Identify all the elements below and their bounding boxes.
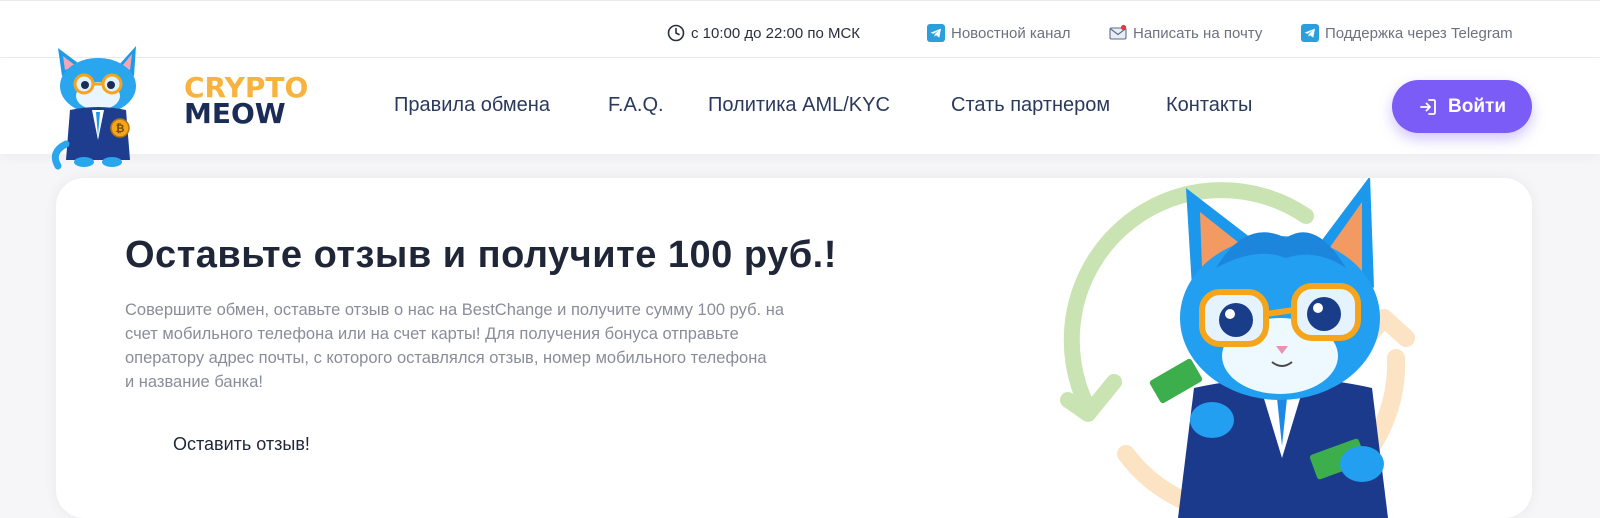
promo-description-line: Совершите обмен, оставьте отзыв о нас на… <box>125 301 785 319</box>
email-link[interactable]: Написать на почту <box>1109 23 1262 43</box>
email-label: Написать на почту <box>1133 24 1263 42</box>
clock-icon <box>667 24 685 42</box>
leave-review-button[interactable]: Оставить отзыв! <box>173 434 310 455</box>
nav-contacts[interactable]: Контакты <box>1166 94 1252 117</box>
telegram-icon <box>1301 24 1319 42</box>
promo-description: Совершите обмен, оставьте отзыв о нас на… <box>125 298 845 394</box>
promo-title: Оставьте отзыв и получите 100 руб.! <box>125 234 837 276</box>
login-arrow-icon <box>1420 98 1436 115</box>
nav-aml-kyc-policy[interactable]: Политика AML/KYC <box>708 94 890 117</box>
nav-faq[interactable]: F.A.Q. <box>608 94 664 117</box>
working-hours: с 10:00 до 22:00 по МСК <box>667 23 860 43</box>
cat-mascot-logo: ₿ <box>51 46 136 170</box>
news-channel-link[interactable]: Новостной канал <box>927 23 1070 43</box>
telegram-support-label: Поддержка через Telegram <box>1325 24 1513 42</box>
login-button[interactable]: Войти <box>1392 80 1532 133</box>
svg-text:₿: ₿ <box>116 122 125 135</box>
site-logo[interactable]: ₿ CRYPTO MEOW <box>48 44 308 174</box>
logo-line-2: MEOW <box>184 97 286 130</box>
promo-description-line: оператору адрес почты, с которого оставл… <box>125 349 767 367</box>
news-channel-label: Новостной канал <box>951 24 1071 42</box>
telegram-support-link[interactable]: Поддержка через Telegram <box>1301 23 1513 43</box>
telegram-icon <box>927 24 945 42</box>
main-header: ₿ CRYPTO MEOW Правила обмена F.A.Q. Поли… <box>0 46 1600 170</box>
login-label: Войти <box>1448 95 1506 117</box>
promo-description-line: и название банка! <box>125 373 264 391</box>
mail-icon <box>1109 24 1127 40</box>
cat-mascot-hero <box>1060 178 1415 518</box>
promo-description-line: счет мобильного телефона или на счет кар… <box>125 325 739 343</box>
logo-wordmark: CRYPTO MEOW <box>184 74 308 130</box>
working-hours-text: с 10:00 до 22:00 по МСК <box>691 24 861 42</box>
nav-exchange-rules[interactable]: Правила обмена <box>394 94 550 117</box>
review-bonus-card: Оставьте отзыв и получите 100 руб.! Сове… <box>56 178 1532 518</box>
nav-become-partner[interactable]: Стать партнером <box>951 94 1110 117</box>
